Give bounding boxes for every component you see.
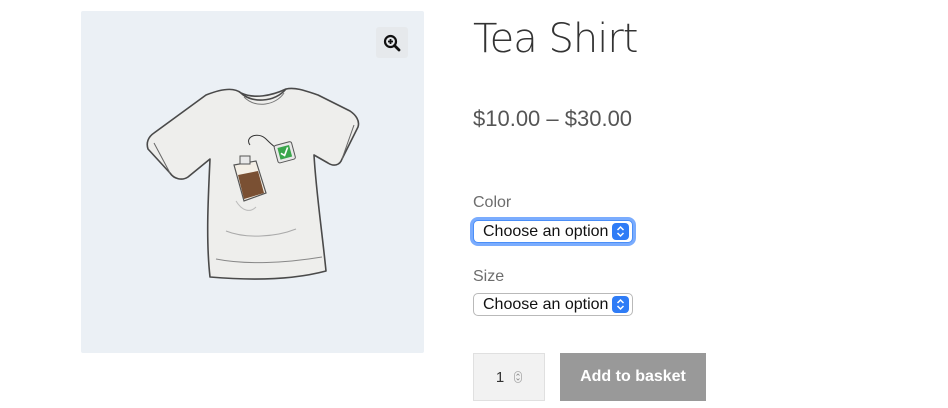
tshirt-product-image[interactable] — [146, 81, 362, 285]
color-select-value: Choose an option — [483, 222, 609, 240]
size-select[interactable]: Choose an option — [473, 293, 633, 316]
chevron-updown-icon — [612, 223, 629, 240]
color-label: Color — [473, 194, 512, 211]
add-to-basket-button[interactable]: Add to basket — [560, 353, 706, 401]
product-title: Tea Shirt — [473, 16, 638, 62]
quantity-input[interactable]: 1 — [473, 353, 545, 401]
quantity-value: 1 — [495, 368, 505, 386]
spinner-icon[interactable] — [514, 371, 523, 383]
zoom-in-icon — [383, 34, 401, 51]
size-label: Size — [473, 268, 505, 285]
price-range: $10.00 – $30.00 — [473, 106, 633, 131]
size-select-value: Choose an option — [483, 295, 609, 313]
color-select[interactable]: Choose an option — [473, 220, 633, 243]
chevron-updown-icon — [612, 296, 629, 313]
zoom-button[interactable] — [376, 27, 408, 58]
